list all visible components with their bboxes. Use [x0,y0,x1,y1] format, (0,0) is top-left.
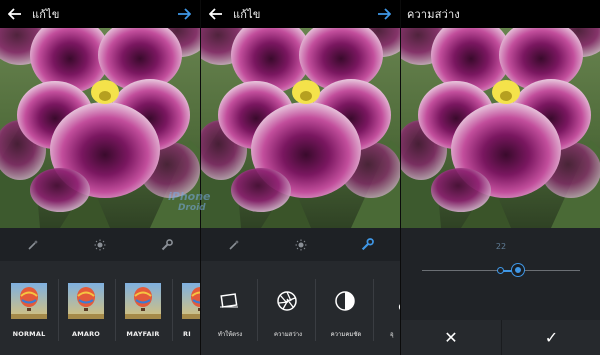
filter-strip: NORMAL AMARO MAYFAIR RI [0,261,200,355]
edit-options-strip: ทำให้ตรง ความสว่าง ความคมชัด อุ [201,261,400,355]
brightness-option[interactable]: ความสว่าง [258,273,318,351]
contrast-option[interactable]: ความคมชัด [316,273,376,351]
top-bar: แก้ไข [201,0,400,28]
brightness-adjust-screen: ความสว่าง 22 ✕ ✓ [400,0,600,355]
filter-mayfair[interactable]: MAYFAIR [116,273,173,351]
filter-thumbnail [11,283,47,319]
slider-center-mark [497,267,504,274]
contrast-icon [330,286,360,316]
option-label: ความคมชัด [330,331,362,338]
tool-tabs [0,228,200,261]
brightness-icon[interactable] [88,233,112,257]
back-arrow-icon[interactable] [4,0,26,28]
magic-wand-icon[interactable] [21,233,45,257]
filter-label: RI [183,330,191,338]
cancel-button[interactable]: ✕ [401,320,501,355]
adjust-panel: 22 [401,228,600,320]
filter-thumbnail [182,283,200,319]
top-bar: ความสว่าง [401,0,600,28]
watermark: iPhone Droid [168,190,238,213]
filter-amaro[interactable]: AMARO [59,273,116,351]
tool-tabs [201,228,400,261]
option-label: ทำให้ตรง [217,331,243,338]
next-arrow-icon[interactable] [174,4,194,24]
straighten-option[interactable]: ทำให้ตรง [201,273,260,351]
slider-thumb[interactable] [512,264,525,276]
aperture-icon [272,286,302,316]
filter-label: AMARO [71,330,101,338]
filter-thumbnail [125,283,161,319]
warmth-option[interactable]: อุ [374,273,400,351]
filter-label: MAYFAIR [126,330,160,338]
filter-label: NORMAL [12,330,46,338]
wrench-icon[interactable] [356,233,380,257]
page-title: ความสว่าง [407,8,461,21]
thermometer-icon [388,286,400,316]
option-label: อุ [390,331,394,338]
top-bar: แก้ไข [0,0,200,28]
filter-rise[interactable]: RI [173,273,200,351]
filter-normal[interactable]: NORMAL [2,273,59,351]
back-arrow-icon[interactable] [205,0,227,28]
page-title: แก้ไข [32,8,60,21]
watermark-line2: Droid [178,203,206,213]
confirm-button[interactable]: ✓ [501,320,600,355]
filter-thumbnail [68,283,104,319]
page-title: แก้ไข [233,8,261,21]
wrench-icon[interactable] [155,233,179,257]
slider-value: 22 [495,242,507,251]
next-arrow-icon[interactable] [374,4,394,24]
confirm-bar: ✕ ✓ [401,320,600,355]
photo-preview [401,0,600,228]
magic-wand-icon[interactable] [222,233,246,257]
straighten-icon [214,286,244,316]
filter-screen: แก้ไข NORMAL AMARO MAYFAIR RI [0,0,200,355]
brightness-icon[interactable] [289,233,313,257]
watermark-line1: iPhone [168,190,211,203]
tools-screen: แก้ไข ทำให้ตรง ความสว่าง ความคมชัด อุ [200,0,400,355]
option-label: ความสว่าง [273,331,303,338]
